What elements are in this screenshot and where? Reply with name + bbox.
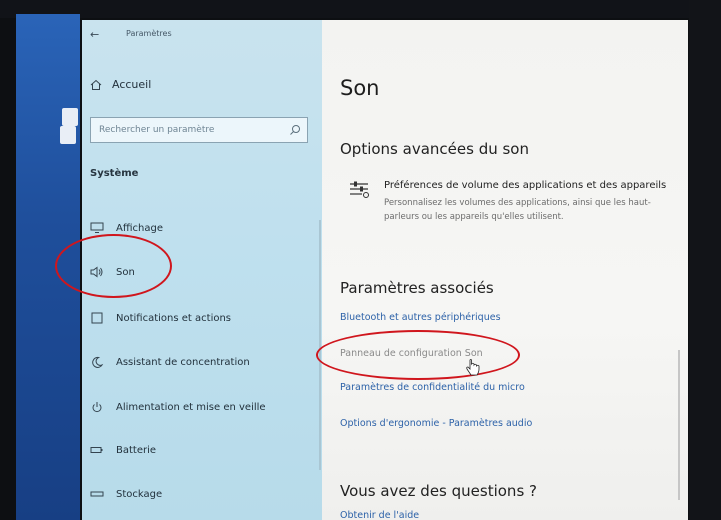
- search-input[interactable]: Rechercher un paramètre: [90, 117, 308, 143]
- annotation-circle-control-panel: [316, 330, 520, 380]
- sidebar-item-label: Batterie: [116, 444, 157, 456]
- sidebar-item-label: Assistant de concentration: [116, 356, 250, 368]
- content-pane: Son Options avancées du son Préférences …: [322, 20, 688, 520]
- sidebar-item-notifications[interactable]: Notifications et actions: [90, 312, 231, 324]
- sidebar-item-batterie[interactable]: Batterie: [90, 444, 156, 456]
- back-arrow-icon[interactable]: ←: [90, 28, 99, 41]
- home-label: Accueil: [112, 78, 152, 91]
- monitor-bezel-top: [0, 0, 721, 18]
- app-volume-description: Personnalisez les volumes des applicatio…: [384, 198, 651, 222]
- storage-icon: [90, 491, 104, 497]
- sidebar-item-label: Stockage: [116, 488, 163, 500]
- sliders-icon[interactable]: [348, 178, 370, 200]
- moon-icon: [92, 356, 104, 368]
- questions-heading: Vous avez des questions ?: [340, 482, 537, 500]
- page-title: Son: [340, 76, 380, 100]
- home-icon: [90, 79, 102, 90]
- advanced-sound-heading: Options avancées du son: [340, 140, 529, 158]
- sidebar-item-label: Alimentation et mise en veille: [116, 401, 266, 413]
- annotation-circle-son: [55, 234, 172, 298]
- sidebar-item-label: Notifications et actions: [116, 312, 232, 324]
- sidebar-item-stockage[interactable]: Stockage: [90, 488, 162, 500]
- sidebar-item-label: Affichage: [116, 222, 163, 234]
- power-icon: [92, 402, 102, 413]
- battery-icon: [90, 447, 103, 453]
- notification-icon: [91, 312, 103, 324]
- desktop-icon[interactable]: [62, 108, 78, 126]
- search-placeholder: Rechercher un paramètre: [99, 125, 215, 135]
- associated-settings-heading: Paramètres associés: [340, 279, 494, 297]
- sidebar-item-affichage[interactable]: Affichage: [90, 222, 163, 234]
- section-heading: Système: [90, 168, 139, 179]
- title-bar: ← Paramètres: [82, 20, 322, 50]
- settings-window: ← Paramètres Accueil Rechercher un param…: [82, 20, 688, 520]
- content-scrollbar[interactable]: [678, 350, 680, 500]
- microphone-privacy-link[interactable]: Paramètres de confidentialité du micro: [340, 382, 525, 393]
- bluetooth-link[interactable]: Bluetooth et autres périphériques: [340, 312, 501, 323]
- window-title: Paramètres: [126, 29, 172, 38]
- get-help-link[interactable]: Obtenir de l'aide: [340, 510, 419, 520]
- app-volume-preferences-link[interactable]: Préférences de volume des applications e…: [384, 180, 666, 191]
- ease-of-access-audio-link[interactable]: Options d'ergonomie - Paramètres audio: [340, 418, 532, 429]
- sidebar-home[interactable]: Accueil: [90, 78, 151, 91]
- sidebar-item-alimentation[interactable]: Alimentation et mise en veille: [90, 401, 266, 413]
- monitor-icon: [90, 222, 104, 233]
- sidebar-scrollbar[interactable]: [319, 220, 321, 470]
- monitor-bezel-right: [689, 0, 721, 520]
- search-icon: [290, 125, 300, 135]
- hand-cursor-icon: [466, 359, 480, 376]
- desktop-icon[interactable]: [60, 126, 76, 144]
- sidebar-item-concentration[interactable]: Assistant de concentration: [90, 356, 250, 368]
